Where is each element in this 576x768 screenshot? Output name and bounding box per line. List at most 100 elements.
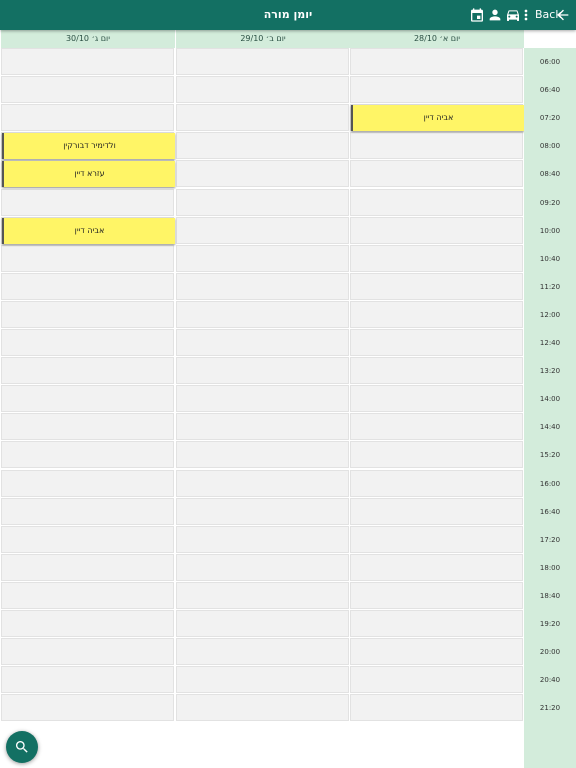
time-label: 17:20 — [539, 535, 561, 544]
schedule-cell[interactable] — [350, 300, 523, 328]
schedule-cell[interactable] — [350, 413, 523, 441]
schedule-cell[interactable] — [1, 357, 174, 385]
schedule-cell[interactable] — [176, 76, 349, 104]
schedule-cell[interactable] — [350, 638, 523, 666]
time-label: 06:00 — [539, 58, 561, 66]
schedule-cell[interactable] — [176, 694, 349, 722]
schedule-cell[interactable] — [1, 666, 174, 694]
schedule-cell[interactable] — [176, 441, 349, 469]
schedule-cell[interactable] — [176, 244, 349, 272]
schedule-cell[interactable] — [350, 132, 523, 160]
schedule-cell[interactable] — [350, 525, 523, 553]
time-label: 16:40 — [539, 507, 561, 516]
schedule-cell[interactable] — [1, 300, 174, 328]
schedule-cell[interactable] — [1, 48, 174, 75]
schedule-cell[interactable] — [1, 525, 174, 553]
schedule-cell[interactable] — [176, 357, 349, 385]
schedule-cell[interactable] — [350, 666, 523, 694]
schedule-cell[interactable] — [1, 76, 174, 104]
schedule-cell[interactable] — [176, 469, 349, 497]
schedule-cell[interactable] — [1, 469, 174, 497]
schedule-cell[interactable] — [176, 160, 349, 188]
time-label: 10:40 — [539, 254, 561, 263]
schedule-cell[interactable] — [350, 694, 523, 722]
schedule-cell[interactable] — [350, 48, 523, 75]
schedule-cell[interactable] — [176, 553, 349, 581]
schedule-cell[interactable] — [176, 610, 349, 637]
schedule-cell[interactable] — [176, 638, 349, 666]
back-arrow-icon[interactable] — [555, 7, 571, 23]
schedule-cell[interactable] — [350, 581, 523, 609]
schedule-cell[interactable] — [176, 216, 349, 244]
schedule-cell[interactable] — [176, 666, 349, 694]
time-label: 18:00 — [539, 563, 561, 572]
schedule-cell[interactable] — [350, 497, 523, 525]
time-label: 13:20 — [539, 367, 561, 376]
time-label: 15:20 — [539, 451, 561, 460]
schedule-cell[interactable] — [350, 244, 523, 272]
schedule-cell[interactable] — [350, 610, 523, 637]
schedule-cell[interactable] — [1, 497, 174, 525]
schedule-cell[interactable] — [1, 441, 174, 469]
schedule-cell[interactable] — [350, 469, 523, 497]
schedule-cell[interactable] — [350, 160, 523, 188]
time-label: 08:40 — [539, 170, 561, 179]
schedule-cell[interactable] — [350, 441, 523, 469]
time-label: 14:00 — [539, 395, 561, 404]
calendar-icon[interactable] — [469, 7, 485, 23]
schedule-cell[interactable] — [1, 272, 174, 300]
schedule-cell[interactable] — [1, 581, 174, 609]
lesson-event[interactable]: ולדימיר דבורקין — [2, 133, 175, 160]
schedule-cell[interactable] — [176, 300, 349, 328]
time-label: 21:20 — [539, 704, 561, 713]
schedule-cell[interactable] — [176, 525, 349, 553]
schedule-grid: אביה דיין ולדימיר דבורקין עזרא דיין אביה די… — [0, 48, 524, 723]
schedule-cell[interactable] — [176, 188, 349, 216]
schedule-cell[interactable] — [176, 385, 349, 413]
search-icon — [16, 741, 28, 753]
schedule-cell[interactable] — [176, 48, 349, 75]
person-icon[interactable] — [487, 7, 503, 23]
lesson-event[interactable]: אביה דיין — [2, 217, 175, 244]
time-label: 06:40 — [539, 86, 561, 95]
car-icon[interactable] — [505, 7, 521, 23]
time-label: 16:00 — [539, 479, 561, 488]
lesson-event[interactable]: אביה דיין — [351, 105, 524, 132]
schedule-cell[interactable] — [350, 188, 523, 216]
time-label: 18:40 — [539, 591, 561, 600]
schedule-cell[interactable] — [1, 244, 174, 272]
schedule-cell[interactable] — [350, 553, 523, 581]
time-label: 08:00 — [539, 142, 561, 151]
schedule-cell[interactable] — [176, 132, 349, 160]
schedule-cell[interactable] — [350, 329, 523, 356]
time-label: 09:20 — [539, 198, 561, 207]
schedule-cell[interactable] — [176, 413, 349, 441]
schedule-cell[interactable] — [1, 694, 174, 722]
time-column: 06:00 06:40 07:20 08:00 08:40 09:20 10:00 10:40… — [524, 48, 576, 768]
schedule-cell[interactable] — [176, 272, 349, 300]
lesson-event[interactable]: עזרא דיין — [2, 161, 175, 188]
schedule-cell[interactable] — [1, 385, 174, 413]
more-vert-icon[interactable] — [521, 7, 531, 23]
schedule-cell[interactable] — [1, 638, 174, 666]
schedule-cell[interactable] — [176, 104, 349, 132]
schedule-cell[interactable] — [350, 216, 523, 244]
day-header-2: יום א׳ 28/10 — [350, 30, 525, 48]
search-button[interactable] — [6, 731, 38, 763]
schedule-cell[interactable] — [350, 357, 523, 385]
day-header-0: יום ג׳ 30/10 — [1, 30, 176, 48]
schedule-cell[interactable] — [176, 497, 349, 525]
schedule-cell[interactable] — [1, 413, 174, 441]
schedule-cell[interactable] — [176, 329, 349, 356]
schedule-cell[interactable] — [350, 76, 523, 104]
schedule-cell[interactable] — [1, 329, 174, 356]
schedule-cell[interactable] — [1, 553, 174, 581]
schedule-cell[interactable] — [350, 385, 523, 413]
schedule-cell[interactable] — [1, 188, 174, 216]
schedule-cell[interactable] — [1, 610, 174, 637]
time-label: 20:00 — [539, 648, 561, 657]
schedule-cell[interactable] — [350, 272, 523, 300]
day-header-1: יום ב׳ 29/10 — [176, 30, 351, 48]
schedule-cell[interactable] — [1, 104, 174, 132]
schedule-cell[interactable] — [176, 581, 349, 609]
